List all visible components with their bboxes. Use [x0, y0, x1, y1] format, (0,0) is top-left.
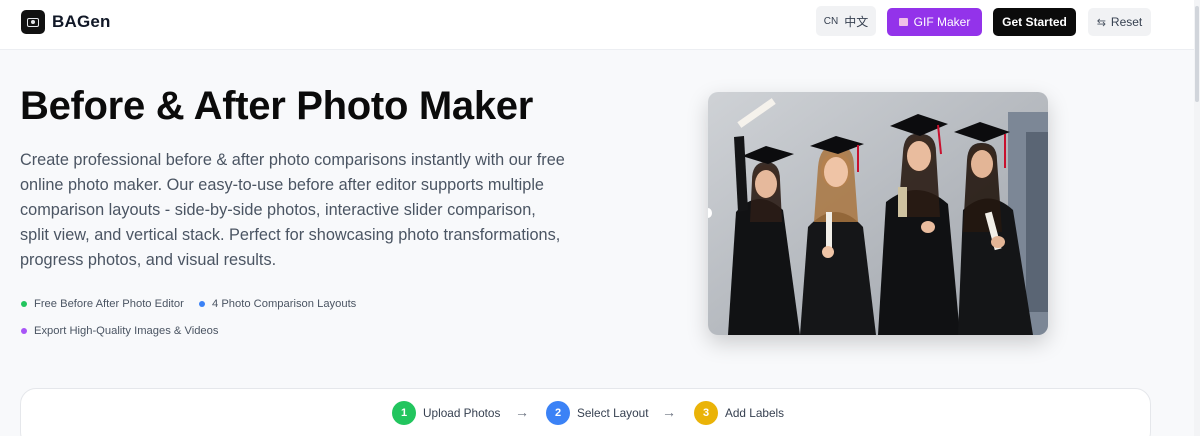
gif-maker-button[interactable]: GIF Maker: [887, 8, 982, 36]
step-upload-photos: 1 Upload Photos: [392, 401, 500, 425]
top-header: BAGen CN 中文 GIF Maker Get Started ⇆ Rese…: [0, 0, 1200, 50]
step-number-badge: 3: [694, 401, 718, 425]
step-add-labels: 3 Add Labels: [694, 401, 784, 425]
comparison-preview-image[interactable]: [708, 92, 1048, 335]
feature-item: Export High-Quality Images & Videos: [21, 325, 218, 337]
bullet-dot-icon: [21, 301, 27, 307]
gif-maker-label: GIF Maker: [913, 15, 971, 29]
step-number-badge: 2: [546, 401, 570, 425]
reset-button[interactable]: ⇆ Reset: [1088, 8, 1151, 36]
scrollbar-thumb[interactable]: [1195, 6, 1199, 102]
brand-name[interactable]: BAGen: [52, 12, 111, 32]
camera-logo-icon[interactable]: [21, 10, 45, 34]
feature-item: Free Before After Photo Editor: [21, 298, 184, 310]
page-title: Before & After Photo Maker: [20, 84, 534, 128]
bullet-dot-icon: [21, 328, 27, 334]
step-label: Add Labels: [725, 406, 785, 420]
step-select-layout: 2 Select Layout: [546, 401, 648, 425]
language-label: 中文: [844, 14, 869, 29]
step-label: Select Layout: [577, 406, 649, 420]
feature-label: Export High-Quality Images & Videos: [34, 325, 219, 337]
get-started-label: Get Started: [1002, 15, 1067, 29]
get-started-button[interactable]: Get Started: [993, 8, 1076, 36]
step-label: Upload Photos: [423, 406, 501, 420]
page-scrollbar[interactable]: [1194, 0, 1200, 436]
hero-description: Create professional before & after photo…: [20, 151, 565, 269]
reset-label: Reset: [1110, 15, 1143, 29]
language-toggle-button[interactable]: CN 中文: [816, 6, 876, 36]
step-number-badge: 1: [392, 401, 416, 425]
arrow-right-icon: →: [515, 404, 529, 420]
language-code: CN: [823, 15, 839, 27]
reset-icon: ⇆: [1096, 16, 1106, 29]
film-icon: [898, 18, 908, 26]
feature-label: Free Before After Photo Editor: [34, 298, 184, 310]
bullet-dot-icon: [199, 301, 205, 307]
arrow-right-icon: →: [662, 404, 676, 420]
feature-item: 4 Photo Comparison Layouts: [199, 298, 356, 310]
feature-label: 4 Photo Comparison Layouts: [212, 298, 357, 310]
